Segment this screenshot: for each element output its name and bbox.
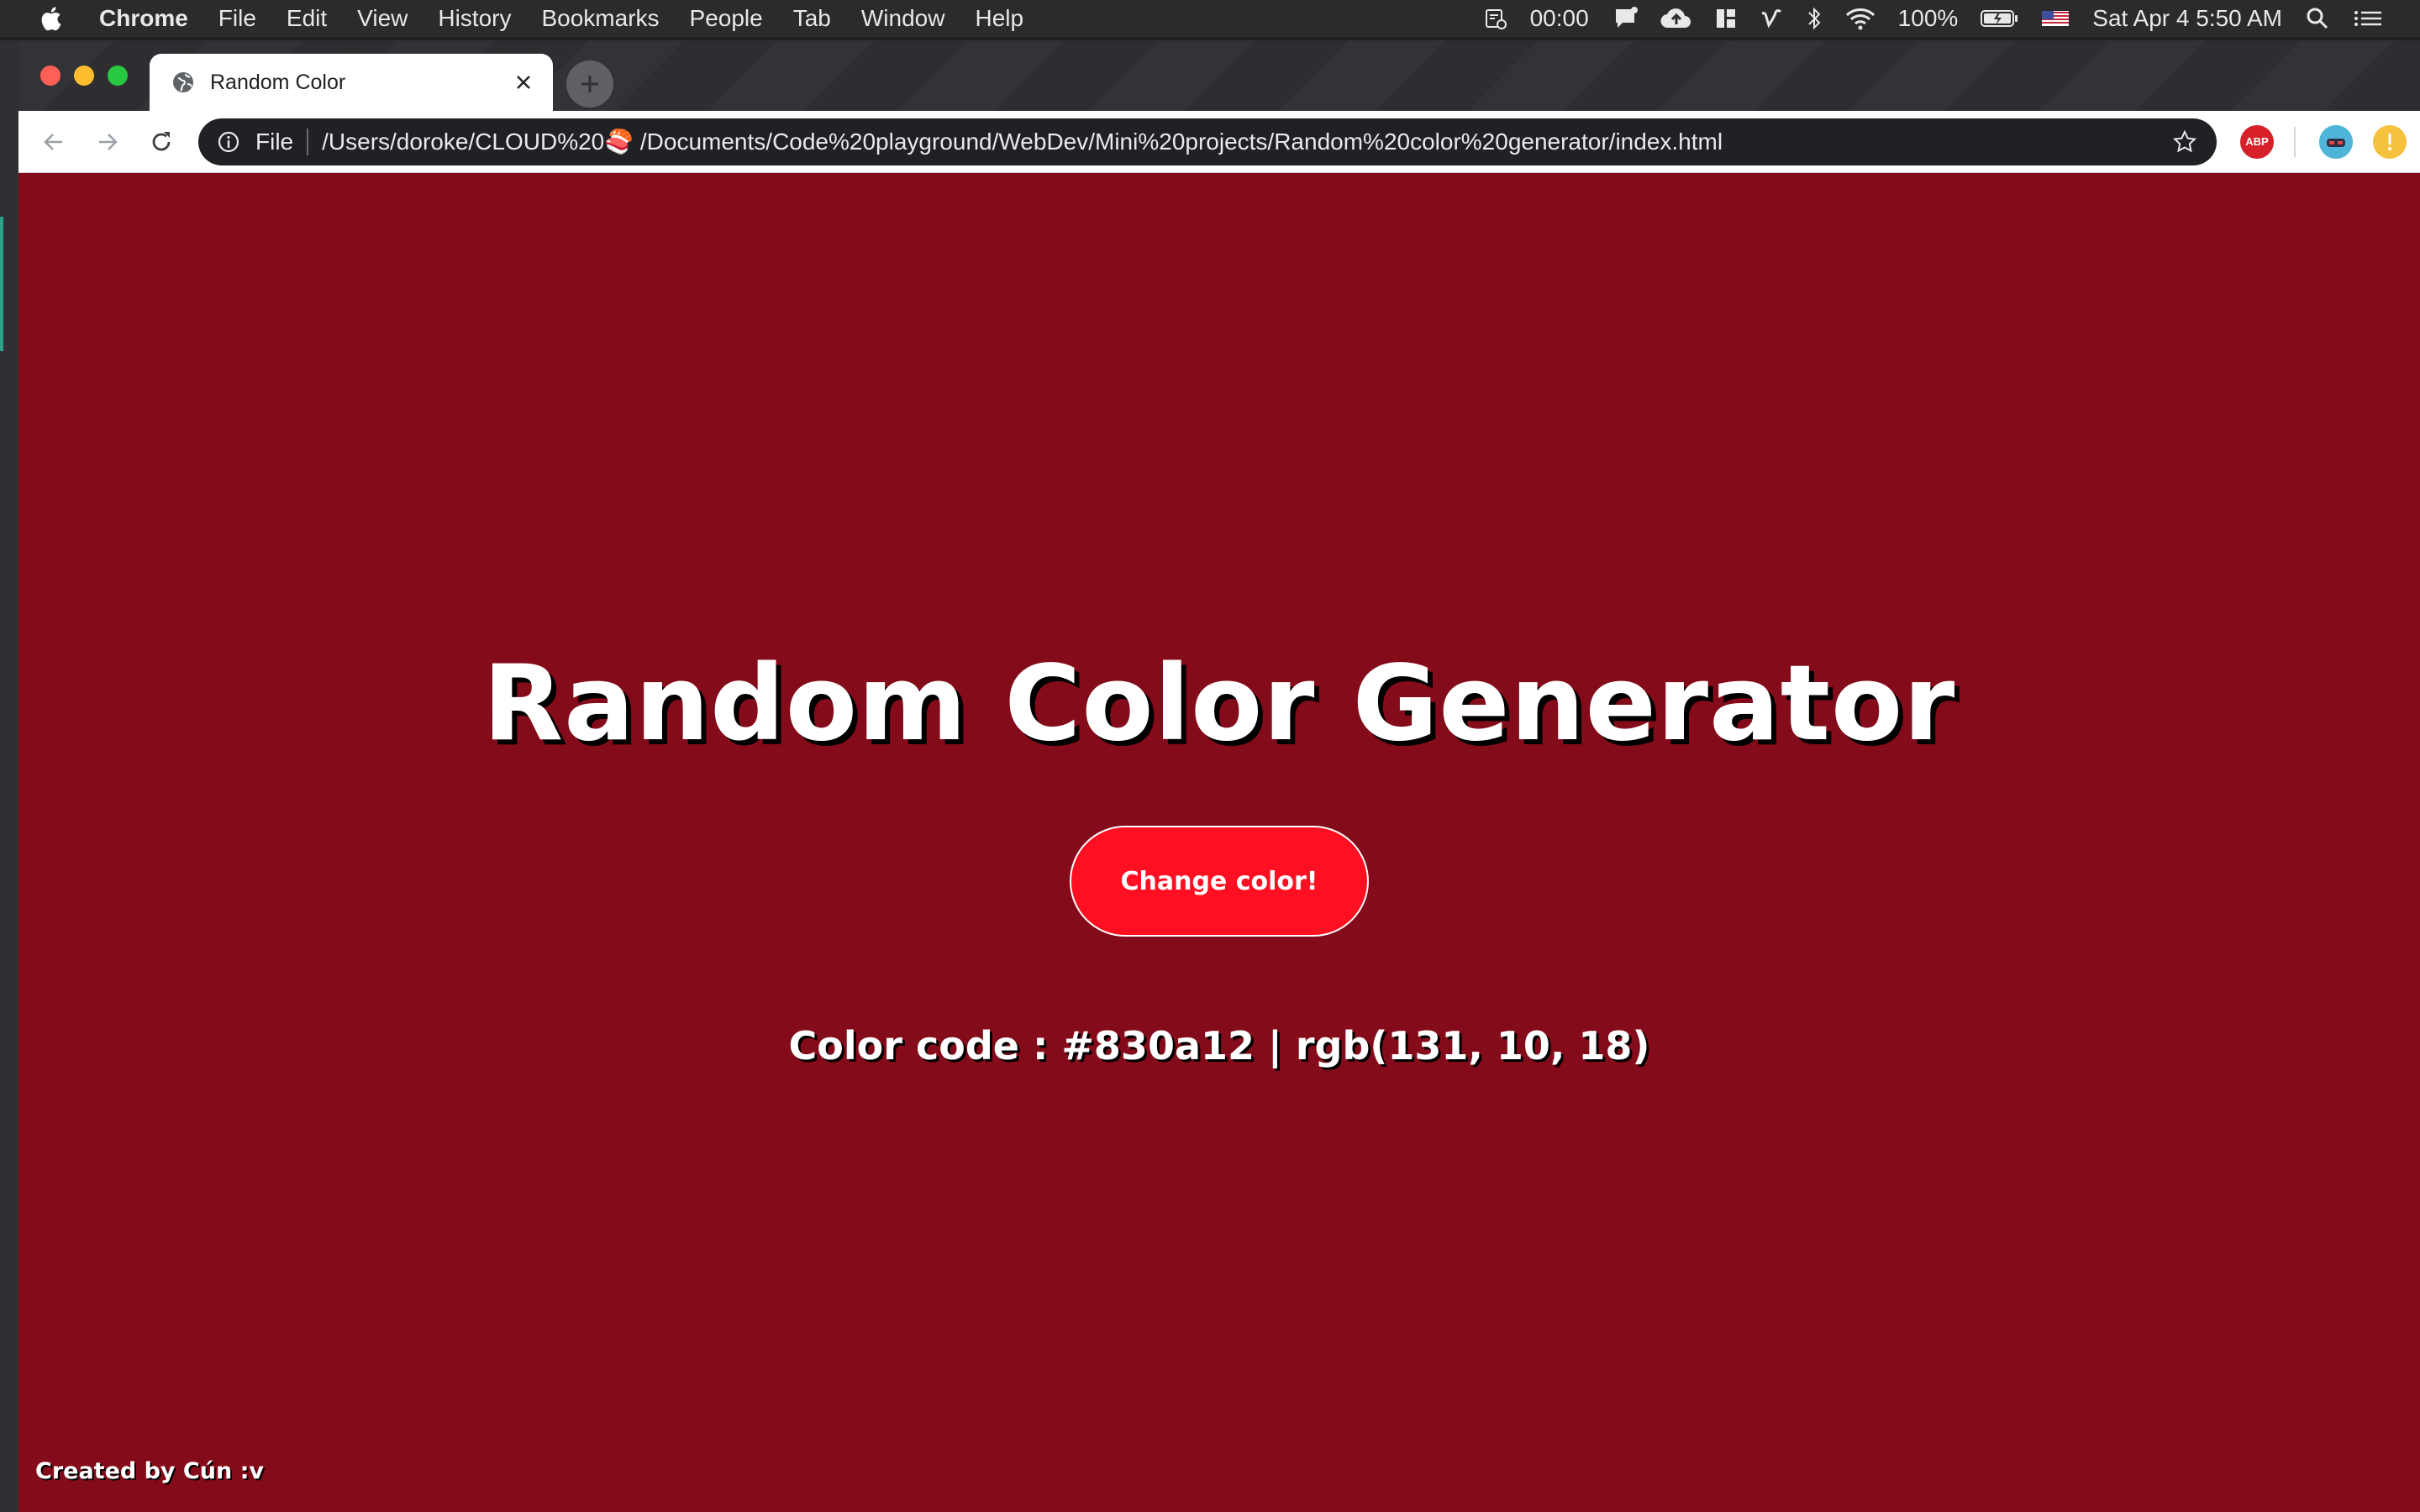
timer-readout[interactable]: 00:00 xyxy=(1530,5,1589,32)
change-color-button[interactable]: Change color! xyxy=(1070,826,1369,937)
globe-icon xyxy=(171,71,195,94)
background-window-edge xyxy=(0,40,18,1512)
minimize-window-button[interactable] xyxy=(74,66,94,86)
browser-toolbar: File /Users/doroke/CLOUD%20🍣 /Documents/… xyxy=(18,111,2420,173)
url-scheme-label: File xyxy=(255,128,294,155)
spotlight-search-icon[interactable] xyxy=(2304,0,2331,37)
menu-people[interactable]: People xyxy=(675,5,778,32)
credit-text: Created by Cún :v xyxy=(35,1458,264,1484)
close-tab-icon[interactable] xyxy=(511,70,536,95)
layout-icon[interactable] xyxy=(1713,0,1739,37)
back-button[interactable] xyxy=(35,123,72,160)
reload-icon xyxy=(152,131,171,150)
macos-menu-bar: Chrome File Edit View History Bookmarks … xyxy=(0,0,2420,37)
tab-strip: Random Color xyxy=(18,40,2420,111)
menu-bookmarks[interactable]: Bookmarks xyxy=(526,5,674,32)
page-content: Random Color Generator Change color! Col… xyxy=(18,173,2420,1512)
tab-title: Random Color xyxy=(210,70,346,94)
menu-window[interactable]: Window xyxy=(846,5,960,32)
plus-icon xyxy=(581,76,598,92)
maximize-window-button[interactable] xyxy=(108,66,128,86)
menu-app-name[interactable]: Chrome xyxy=(91,5,203,32)
time-tracker-icon[interactable] xyxy=(1483,0,1508,37)
forward-button[interactable] xyxy=(89,123,126,160)
wifi-icon[interactable] xyxy=(1844,0,1876,37)
forward-arrow-icon xyxy=(99,133,118,150)
background-window-accent xyxy=(0,217,3,351)
menu-help[interactable]: Help xyxy=(960,5,1039,32)
battery-percent[interactable]: 100% xyxy=(1898,5,1959,32)
scheme-divider xyxy=(307,128,309,155)
reload-button[interactable] xyxy=(143,123,180,160)
new-tab-button[interactable] xyxy=(566,60,613,108)
bluetooth-icon[interactable] xyxy=(1804,0,1824,37)
tab-random-color[interactable]: Random Color xyxy=(150,54,553,111)
menu-view[interactable]: View xyxy=(342,5,423,32)
apple-icon[interactable] xyxy=(34,6,67,31)
us-flag-icon[interactable] xyxy=(2040,0,2070,37)
notification-icon[interactable] xyxy=(1611,0,1639,37)
close-window-button[interactable] xyxy=(40,66,60,86)
menu-file[interactable]: File xyxy=(203,5,271,32)
vimeo-icon[interactable] xyxy=(1759,0,1784,37)
update-alert-icon[interactable] xyxy=(2373,124,2407,159)
url-text[interactable]: /Users/doroke/CLOUD%20🍣 /Documents/Code%… xyxy=(322,128,2170,155)
toolbar-divider xyxy=(2294,126,2296,157)
back-arrow-icon xyxy=(44,133,62,150)
page-title: Random Color Generator xyxy=(482,643,1956,764)
adblock-plus-extension-icon[interactable]: ABP xyxy=(2240,124,2274,159)
clock[interactable]: Sat Apr 4 5:50 AM xyxy=(2092,5,2282,32)
control-center-icon[interactable] xyxy=(2351,0,2385,37)
bookmark-star-icon[interactable] xyxy=(2170,127,2200,157)
menu-tab[interactable]: Tab xyxy=(778,5,846,32)
cloud-upload-icon[interactable] xyxy=(1660,0,1693,37)
address-bar[interactable]: File /Users/doroke/CLOUD%20🍣 /Documents/… xyxy=(198,118,2217,165)
battery-icon[interactable] xyxy=(1980,0,2020,37)
color-code-readout: Color code : #830a12 | rgb(131, 10, 18) xyxy=(788,1023,1650,1068)
browser-window: Random Color File /Users/doroke/CLOUD%20… xyxy=(18,40,2420,1512)
menu-edit[interactable]: Edit xyxy=(271,5,342,32)
profile-avatar-icon[interactable] xyxy=(2319,124,2353,159)
menu-history[interactable]: History xyxy=(423,5,526,32)
site-info-icon[interactable] xyxy=(215,129,242,155)
